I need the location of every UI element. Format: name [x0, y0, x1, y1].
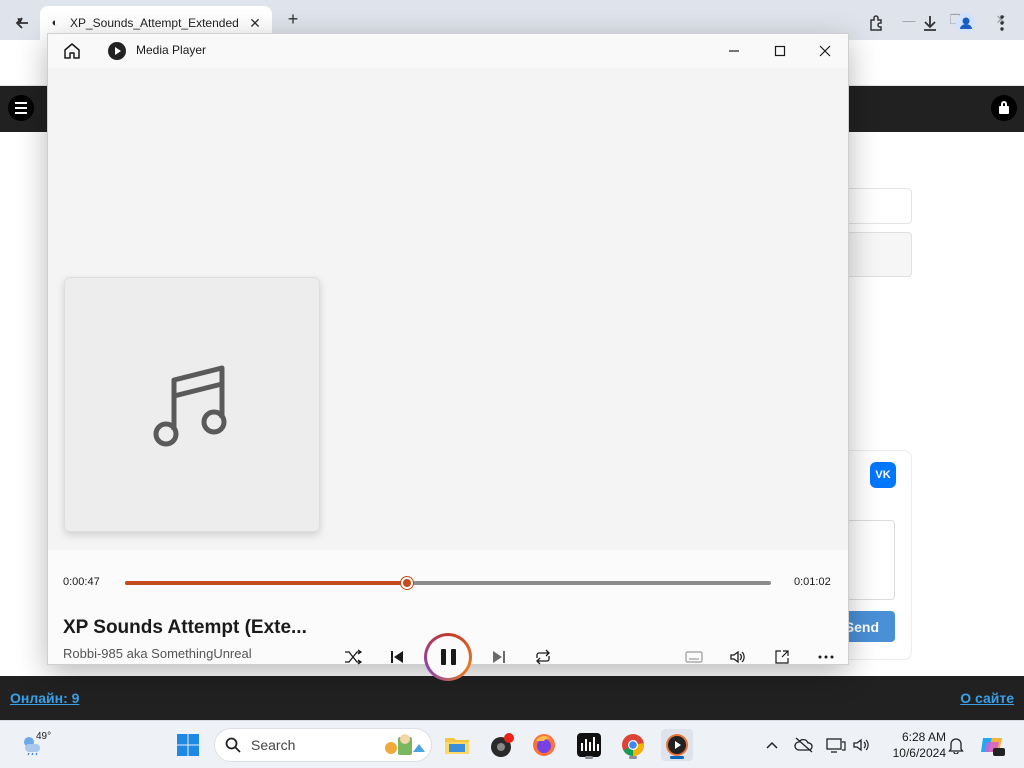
playback-controls: 0:00:47 0:01:02 XP Sounds Attempt (Exte.… [48, 550, 848, 681]
extensions-icon[interactable] [865, 11, 889, 35]
taskbar-search-input[interactable]: Search [214, 728, 432, 762]
search-icon [225, 737, 241, 753]
start-windows-icon[interactable] [172, 729, 204, 761]
repeat-icon[interactable] [531, 645, 555, 669]
mini-player-icon[interactable] [770, 645, 794, 669]
lock-icon[interactable] [991, 95, 1017, 121]
download-icon[interactable] [918, 11, 942, 35]
back-arrow-icon[interactable] [10, 11, 34, 35]
maximize-icon[interactable] [757, 34, 803, 68]
about-link[interactable]: О сайте [960, 690, 1014, 706]
close-icon[interactable] [802, 34, 848, 68]
clock-time: 6:28 AM [901, 730, 946, 744]
minimize-icon[interactable] [711, 34, 757, 68]
show-hidden-icons-chevron-icon[interactable] [757, 729, 787, 761]
firefox-icon[interactable] [528, 729, 560, 761]
search-placeholder: Search [251, 737, 296, 753]
running-indicator [585, 756, 593, 759]
windows-taskbar: 49° Search 6:28 AM 10/6/2024 [0, 720, 1024, 768]
artist-name[interactable]: Robbi-985 aka SomethingUnreal [63, 646, 252, 661]
volume-icon[interactable] [726, 645, 750, 669]
more-options-icon[interactable] [814, 645, 838, 669]
tab-title: XP_Sounds_Attempt_Extended [70, 16, 239, 30]
system-clock[interactable]: 6:28 AM 10/6/2024 [880, 729, 946, 761]
total-time: 0:01:02 [794, 576, 831, 588]
home-icon[interactable] [62, 41, 82, 61]
search-highlight-icon [385, 734, 425, 755]
tab-favicon-icon: ◐ [51, 17, 59, 29]
copilot-icon[interactable] [976, 729, 1008, 761]
speaker-icon[interactable] [847, 729, 877, 761]
media-player-titlebar: Media Player [48, 34, 848, 68]
seek-bar[interactable] [125, 577, 771, 589]
pause-icon [427, 636, 469, 678]
active-indicator [670, 756, 684, 759]
online-count-link[interactable]: Онлайн: 9 [10, 690, 79, 706]
audio-app-icon[interactable] [573, 729, 605, 761]
chrome-icon[interactable] [617, 729, 649, 761]
song-title: XP Sounds Attempt (Exte... [63, 617, 307, 638]
media-player-window: Media Player 0:00:47 0:01:02 XP Sounds A… [47, 33, 849, 681]
site-footer [0, 676, 1024, 720]
vk-icon[interactable]: VK [870, 462, 896, 488]
file-explorer-icon[interactable] [441, 729, 473, 761]
next-track-icon[interactable] [487, 645, 511, 669]
shuffle-icon[interactable] [341, 645, 365, 669]
media-player-taskbar-icon[interactable] [661, 729, 693, 761]
previous-track-icon[interactable] [385, 645, 409, 669]
notification-bell-icon[interactable] [942, 729, 970, 761]
browser-menu-icon[interactable] [990, 11, 1014, 35]
seek-bar-progress [125, 581, 407, 585]
weather-temperature: 49° [36, 731, 52, 742]
close-tab-icon[interactable]: ✕ [246, 15, 264, 32]
profile-avatar-icon[interactable] [954, 11, 978, 35]
pause-button[interactable] [424, 633, 472, 681]
hamburger-menu-icon[interactable] [8, 95, 34, 121]
elapsed-time: 0:00:47 [63, 576, 100, 588]
running-indicator [629, 756, 637, 759]
app-icon-with-badge[interactable] [485, 729, 517, 761]
new-tab-button[interactable]: + [282, 8, 304, 30]
onedrive-offline-icon[interactable] [789, 729, 819, 761]
captions-icon[interactable] [682, 645, 706, 669]
media-player-title: Media Player [136, 43, 207, 57]
music-note-icon [153, 365, 227, 446]
clock-date: 10/6/2024 [892, 746, 946, 760]
seek-bar-thumb[interactable] [400, 577, 413, 589]
album-art-placeholder [64, 277, 320, 532]
media-player-app-icon [108, 42, 126, 60]
